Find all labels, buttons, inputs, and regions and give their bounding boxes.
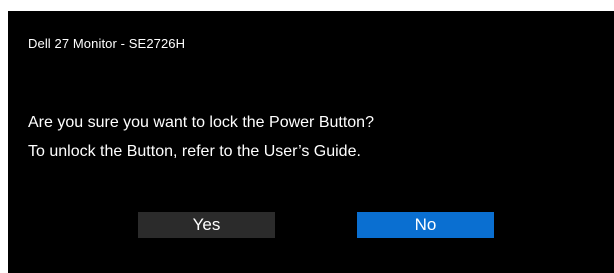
confirmation-message: Are you sure you want to lock the Power … xyxy=(28,108,374,166)
lock-power-button-dialog: Dell 27 Monitor - SE2726H Are you sure y… xyxy=(8,11,614,273)
message-line-2: To unlock the Button, refer to the User’… xyxy=(28,143,361,160)
monitor-title: Dell 27 Monitor - SE2726H xyxy=(28,36,186,51)
yes-button[interactable]: Yes xyxy=(138,212,275,238)
message-line-1: Are you sure you want to lock the Power … xyxy=(28,114,374,131)
no-button[interactable]: No xyxy=(357,212,494,238)
